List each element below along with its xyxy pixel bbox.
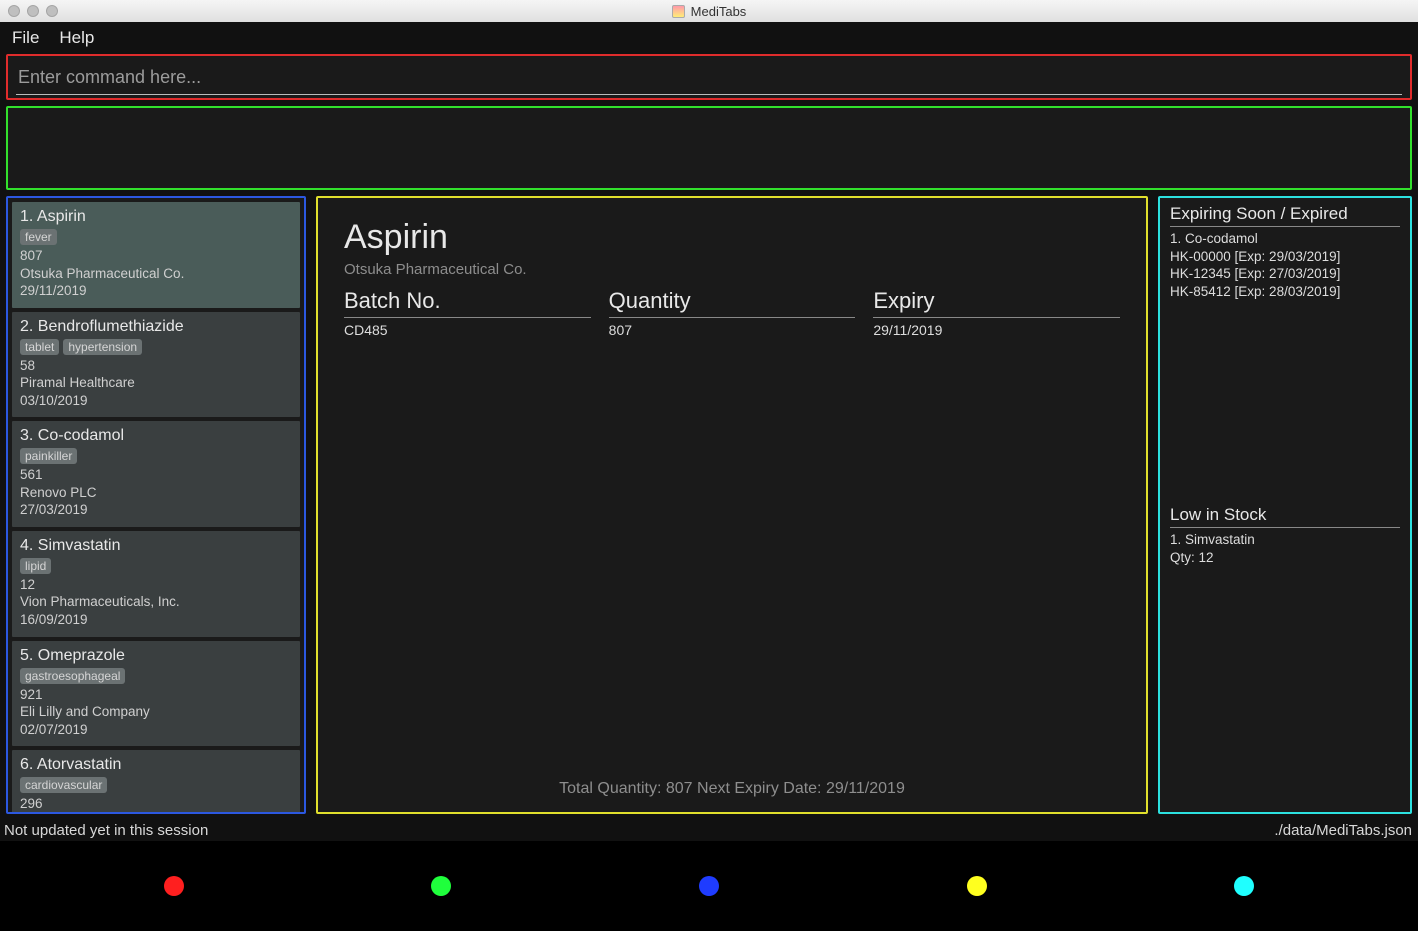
medicine-company: Vion Pharmaceuticals, Inc.	[20, 593, 292, 611]
detail-panel: Aspirin Otsuka Pharmaceutical Co. Batch …	[316, 196, 1148, 814]
command-panel	[6, 54, 1412, 100]
medicine-company: Mitsubishi Tanabe Pharma	[20, 813, 292, 814]
medicine-list-item[interactable]: 3. Co-codamol painkiller 561Renovo PLC27/0…	[12, 421, 300, 527]
medicine-qty: 561	[20, 466, 292, 484]
medicine-company: Otsuka Pharmaceutical Co.	[20, 265, 292, 283]
detail-col-batch-head: Batch No.	[344, 288, 591, 318]
command-input[interactable]	[8, 61, 1410, 94]
detail-footer: Total Quantity: 807 Next Expiry Date: 29…	[344, 780, 1120, 802]
titlebar: MediTabs	[0, 0, 1418, 22]
medicine-date: 29/11/2019	[20, 282, 292, 300]
legend-dot	[699, 876, 719, 896]
medicine-tag: painkiller	[20, 448, 77, 464]
app-body: File Help 1. Aspirinfever807Otsuka Pharm…	[0, 22, 1418, 931]
low-stock-header: Low in Stock	[1170, 505, 1400, 528]
medicine-title: 1. Aspirin	[20, 208, 292, 226]
legend-dot	[164, 876, 184, 896]
expiring-list: 1. Co-codamolHK-00000 [Exp: 29/03/2019]H…	[1170, 230, 1400, 300]
menubar: File Help	[0, 22, 1418, 54]
detail-columns: Batch No. CD485 Quantity 807 Expiry 29/1…	[344, 288, 1120, 338]
medicine-list-item[interactable]: 4. Simvastatin lipid 12Vion Pharmaceutical…	[12, 531, 300, 637]
detail-col-expiry-val: 29/11/2019	[873, 322, 1120, 338]
app-window: MediTabs File Help 1. Aspirinfever807Ots…	[0, 0, 1418, 931]
detail-company: Otsuka Pharmaceutical Co.	[344, 261, 1120, 278]
medicine-qty: 58	[20, 357, 292, 375]
app-icon	[672, 5, 685, 18]
medicine-tag: fever	[20, 229, 57, 245]
medicine-tag: tablet	[20, 339, 59, 355]
medicine-date: 03/10/2019	[20, 392, 292, 410]
detail-name: Aspirin	[344, 218, 1120, 257]
medicine-tag: hypertension	[63, 339, 142, 355]
alerts-panel: Expiring Soon / Expired 1. Co-codamolHK-…	[1158, 196, 1412, 814]
medicine-company: Eli Lilly and Company	[20, 703, 292, 721]
command-underline	[16, 94, 1402, 95]
medicine-title: 4. Simvastatin	[20, 537, 292, 555]
detail-col-batch: Batch No. CD485	[344, 288, 591, 338]
medicine-qty: 807	[20, 247, 292, 265]
status-right: ./data/MediTabs.json	[1274, 822, 1412, 839]
status-left: Not updated yet in this session	[4, 822, 208, 839]
low-stock-list: 1. SimvastatinQty: 12	[1170, 531, 1400, 566]
medicine-list-panel[interactable]: 1. Aspirin fever 807Otsuka Pharmaceutical …	[6, 196, 306, 814]
low-stock-line: 1. Simvastatin	[1170, 531, 1400, 549]
expiring-line: HK-12345 [Exp: 27/03/2019]	[1170, 265, 1400, 283]
medicine-company: Renovo PLC	[20, 484, 292, 502]
medicine-list-item[interactable]: 6. Atorvastatin cardiovascular 296Mitsubis…	[12, 750, 300, 814]
medicine-date: 16/09/2019	[20, 611, 292, 629]
expiring-line: HK-00000 [Exp: 29/03/2019]	[1170, 248, 1400, 266]
medicine-list-item[interactable]: 1. Aspirin fever 807Otsuka Pharmaceutical …	[12, 202, 300, 308]
legend-dot	[431, 876, 451, 896]
medicine-tags: gastroesophageal	[20, 668, 292, 684]
medicine-title: 6. Atorvastatin	[20, 756, 292, 774]
detail-col-batch-val: CD485	[344, 322, 591, 338]
legend-dot	[967, 876, 987, 896]
detail-col-expiry: Expiry 29/11/2019	[873, 288, 1120, 338]
expiring-header: Expiring Soon / Expired	[1170, 204, 1400, 227]
expiring-line: 1. Co-codamol	[1170, 230, 1400, 248]
detail-col-quantity: Quantity 807	[609, 288, 856, 338]
expiring-line: HK-85412 [Exp: 28/03/2019]	[1170, 283, 1400, 301]
medicine-tags: tablethypertension	[20, 339, 292, 355]
medicine-tags: lipid	[20, 558, 292, 574]
legend-dot	[1234, 876, 1254, 896]
detail-col-expiry-head: Expiry	[873, 288, 1120, 318]
legend-dots	[0, 841, 1418, 931]
medicine-list-item[interactable]: 5. Omeprazole gastroesophageal 921Eli Lill…	[12, 641, 300, 747]
medicine-tag: lipid	[20, 558, 51, 574]
medicine-title: 3. Co-codamol	[20, 427, 292, 445]
medicine-qty: 296	[20, 795, 292, 813]
window-title-text: MediTabs	[691, 4, 747, 19]
medicine-tag: cardiovascular	[20, 777, 107, 793]
medicine-title: 2. Bendroflumethiazide	[20, 318, 292, 336]
low-stock-line: Qty: 12	[1170, 549, 1400, 567]
menu-help[interactable]: Help	[59, 28, 94, 48]
medicine-qty: 921	[20, 686, 292, 704]
medicine-tag: gastroesophageal	[20, 668, 125, 684]
medicine-date: 02/07/2019	[20, 721, 292, 739]
window-title: MediTabs	[0, 4, 1418, 19]
detail-col-quantity-val: 807	[609, 322, 856, 338]
medicine-tags: painkiller	[20, 448, 292, 464]
detail-col-quantity-head: Quantity	[609, 288, 856, 318]
statusbar: Not updated yet in this session ./data/M…	[0, 818, 1418, 841]
medicine-title: 5. Omeprazole	[20, 647, 292, 665]
medicine-company: Piramal Healthcare	[20, 374, 292, 392]
output-panel	[6, 106, 1412, 190]
main-row: 1. Aspirinfever807Otsuka Pharmaceutical …	[0, 196, 1418, 818]
medicine-list-item[interactable]: 2. Bendroflumethiazide tablethypertension…	[12, 312, 300, 418]
menu-file[interactable]: File	[12, 28, 39, 48]
medicine-qty: 12	[20, 576, 292, 594]
medicine-tags: cardiovascular	[20, 777, 292, 793]
medicine-tags: fever	[20, 229, 292, 245]
medicine-date: 27/03/2019	[20, 501, 292, 519]
